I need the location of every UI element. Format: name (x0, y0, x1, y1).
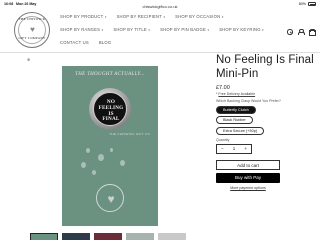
add-to-cart-button[interactable]: Add to cart (216, 159, 280, 170)
pin-text: NO FEELING IS FINAL (94, 99, 128, 123)
card-top-text: THE THOUGHT ACTUALLY... (75, 72, 145, 77)
heart-icon: ♥ (107, 192, 115, 206)
quantity-stepper: − 1 + (216, 143, 252, 154)
logo-text-top: THE CHISWICK (18, 17, 46, 21)
nav-shop-by-keyring[interactable]: SHOP BY KEYRING ▾ (219, 27, 264, 32)
thumbnail[interactable] (62, 233, 90, 240)
option-extra-secure[interactable]: Extra Secure (+50p) (216, 126, 265, 135)
product-title: No Feeling Is Final Mini-Pin (216, 54, 314, 80)
logo-text-bottom: GIFT COMPANY (18, 36, 46, 40)
nav-shop-by-product[interactable]: SHOP BY PRODUCT ▾ (60, 14, 107, 19)
address-bar-url[interactable]: chiswickgiftco.co.uk (0, 4, 320, 9)
pay-brand: Pay (253, 174, 262, 180)
chevron-down-icon: ▾ (262, 27, 264, 32)
nav-shop-by-title[interactable]: SHOP BY TITLE ▾ (113, 27, 150, 32)
more-payment-options-link[interactable]: More payment options (216, 186, 280, 190)
nav-label: SHOP BY RANGES (60, 27, 101, 32)
option-butterfly-clutch[interactable]: Butterfly Clutch (216, 105, 256, 114)
pin-badge: NO FEELING IS FINAL (89, 88, 131, 130)
chevron-down-icon: ▾ (148, 27, 151, 32)
chevron-down-icon: ▾ (104, 14, 107, 19)
battery-percent: 80% (298, 2, 306, 6)
product-image[interactable]: THE THOUGHT ACTUALLY... NO FEELING IS FI… (62, 66, 158, 226)
nav-label: SHOP BY PRODUCT (60, 14, 104, 19)
buy-with-apple-pay-button[interactable]: Buy with Pay (216, 172, 280, 183)
drop (92, 170, 96, 175)
pin-line: FINAL (102, 116, 120, 123)
chevron-down-icon: ▾ (163, 14, 166, 19)
product-price: £7.00 (216, 85, 230, 91)
buy-with-label: Buy with (234, 174, 252, 180)
pin-face: NO FEELING IS FINAL (93, 92, 127, 126)
card-heart-logo: ♥ (96, 184, 124, 212)
card-brand-text: THE CHISWICK GIFT CO (109, 132, 150, 136)
site-header: THE CHISWICK ♥ GIFT COMPANY SHOP BY PROD… (0, 10, 320, 53)
shipping-note: * Free Delivery Available (216, 92, 256, 96)
nav-shop-by-recipient[interactable]: SHOP BY RECIPIENT ▾ (117, 14, 166, 19)
header-icons (287, 29, 316, 36)
nav-row-3: CONTACT US BLOG (60, 40, 270, 45)
heart-icon: ♥ (30, 25, 35, 34)
option-black-rubber[interactable]: Black Rubber (216, 116, 253, 124)
nav-shop-by-pin-badge[interactable]: SHOP BY PIN BADGE ▾ (160, 27, 209, 32)
chevron-down-icon: ▾ (101, 27, 104, 32)
nav-row-1: SHOP BY PRODUCT ▾ SHOP BY RECIPIENT ▾ SHOP… (60, 14, 270, 19)
free-delivery-link[interactable]: Free Delivery Available (218, 92, 255, 96)
drop (110, 148, 113, 152)
nav-shop-by-occasion[interactable]: SHOP BY OCCASION ▾ (175, 14, 223, 19)
clasp-options: Butterfly Clutch Black Rubber Extra Secu… (216, 103, 316, 135)
battery-icon (308, 2, 316, 6)
thumbnail[interactable] (94, 233, 122, 240)
product-info: No Feeling Is Final Mini-Pin £7.00 * Fre… (216, 54, 316, 190)
account-icon[interactable] (298, 29, 305, 35)
thumbnail-strip (30, 233, 186, 240)
chevron-down-icon: ▾ (207, 27, 210, 32)
nav-label: SHOP BY PIN BADGE (160, 27, 206, 32)
thumbnail[interactable] (30, 233, 58, 240)
main-nav: SHOP BY PRODUCT ▾ SHOP BY RECIPIENT ▾ SHOP… (60, 14, 270, 53)
chevron-down-icon: ▾ (221, 14, 224, 19)
site-logo[interactable]: THE CHISWICK ♥ GIFT COMPANY (14, 12, 50, 48)
nav-shop-by-ranges[interactable]: SHOP BY RANGES ▾ (60, 27, 103, 32)
nav-contact-us[interactable]: CONTACT US (60, 40, 89, 45)
nav-row-2: SHOP BY RANGES ▾ SHOP BY TITLE ▾ SHOP BY P… (60, 27, 270, 32)
nav-label: SHOP BY TITLE (113, 27, 147, 32)
cart-icon[interactable] (309, 29, 316, 36)
nav-label: SHOP BY KEYRING (219, 27, 261, 32)
thumbnail[interactable] (126, 233, 154, 240)
status-bar: 16:08 Mon 26 May chiswickgiftco.co.uk 80… (0, 0, 320, 9)
drop (81, 162, 86, 168)
nav-label: SHOP BY OCCASION (175, 14, 221, 19)
quantity-label: Quantity (216, 137, 230, 142)
nav-label: SHOP BY RECIPIENT (116, 14, 162, 19)
drop (98, 154, 104, 161)
thumbnail[interactable] (158, 233, 186, 240)
quantity-plus-button[interactable]: + (244, 146, 247, 151)
zoom-icon[interactable]: ⊕ (27, 57, 30, 62)
nav-blog[interactable]: BLOG (99, 40, 111, 45)
quantity-value[interactable]: 1 (233, 146, 236, 151)
drop (120, 160, 125, 166)
drop (86, 148, 90, 153)
status-right: 80% (299, 2, 316, 6)
search-icon[interactable] (287, 29, 293, 35)
quantity-minus-button[interactable]: − (221, 146, 224, 151)
